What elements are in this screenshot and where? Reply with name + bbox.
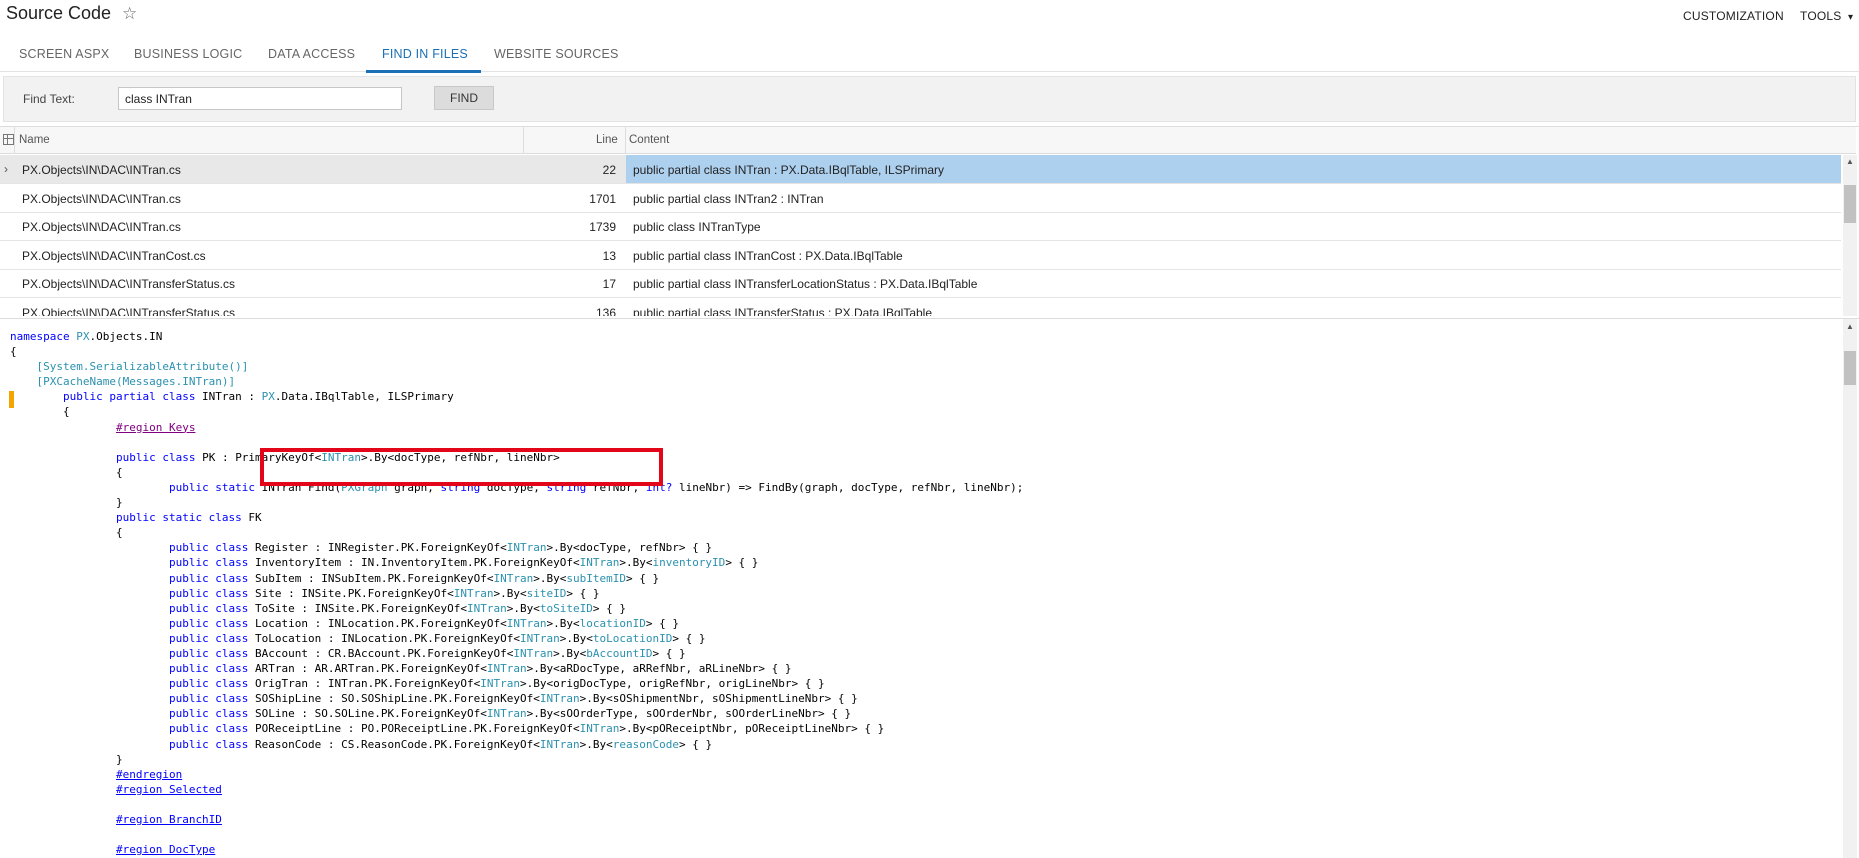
tools-menu[interactable]: TOOLS ▾ — [1800, 9, 1853, 23]
row-line: 136 — [595, 306, 616, 316]
star-icon[interactable]: ☆ — [122, 4, 137, 24]
column-header-name[interactable]: Name — [19, 134, 50, 146]
tools-label: TOOLS — [1800, 9, 1842, 23]
row-name: PX.Objects\IN\DAC\INTransferStatus.cs — [22, 306, 235, 316]
find-panel: Find Text: FIND — [3, 76, 1856, 122]
row-line: 22 — [602, 163, 616, 177]
find-button[interactable]: FIND — [434, 86, 494, 110]
row-name: PX.Objects\IN\DAC\INTran.cs — [22, 220, 181, 234]
column-header-content[interactable]: Content — [629, 134, 669, 146]
find-text-label: Find Text: — [23, 92, 75, 106]
grid-settings-icon[interactable] — [3, 134, 14, 145]
row-name: PX.Objects\IN\DAC\INTran.cs — [22, 192, 181, 206]
column-separator[interactable] — [523, 127, 524, 154]
page-title: Source Code — [6, 3, 112, 23]
code-scrollbar[interactable]: ▲ — [1843, 319, 1857, 858]
column-separator — [14, 127, 15, 154]
source-code: namespace PX.Objects.IN { [System.Serial… — [10, 330, 1024, 857]
table-row[interactable]: PX.Objects\IN\DAC\INTranCost.cs 13 publi… — [0, 241, 1841, 270]
grid-header: Name Line Content — [0, 127, 1856, 154]
table-row[interactable]: › PX.Objects\IN\DAC\INTran.cs 22 public … — [0, 155, 1841, 184]
chevron-right-icon: › — [4, 162, 8, 176]
table-row[interactable]: PX.Objects\IN\DAC\INTransferStatus.cs 13… — [0, 298, 1841, 316]
tab-find-in-files[interactable]: FIND IN FILES — [382, 47, 468, 61]
table-row[interactable]: PX.Objects\IN\DAC\INTransferStatus.cs 17… — [0, 269, 1841, 298]
tab-screen-aspx[interactable]: SCREEN ASPX — [19, 47, 109, 61]
row-content: public partial class INTranCost : PX.Dat… — [633, 249, 903, 263]
row-content: public partial class INTransferStatus : … — [633, 306, 933, 316]
row-line: 1739 — [589, 220, 616, 234]
scroll-up-icon[interactable]: ▲ — [1846, 157, 1854, 166]
column-separator[interactable] — [625, 127, 626, 154]
column-header-line[interactable]: Line — [596, 134, 618, 146]
chevron-down-icon: ▾ — [1848, 12, 1854, 23]
code-scrollbar-thumb[interactable] — [1844, 351, 1856, 385]
tab-website-sources[interactable]: WEBSITE SOURCES — [494, 47, 619, 61]
row-content: public partial class INTransferLocationS… — [633, 277, 978, 291]
row-line: 1701 — [589, 192, 616, 206]
table-row[interactable]: PX.Objects\IN\DAC\INTran.cs 1739 public … — [0, 212, 1841, 241]
row-content: public class INTranType — [633, 220, 761, 234]
row-name: PX.Objects\IN\DAC\INTransferStatus.cs — [22, 277, 235, 291]
scroll-up-icon[interactable]: ▲ — [1846, 322, 1854, 331]
row-line: 13 — [602, 249, 616, 263]
find-text-input[interactable] — [118, 87, 402, 110]
results-grid: Name Line Content › PX.Objects\IN\DAC\IN… — [0, 126, 1859, 316]
row-content: public partial class INTran : PX.Data.IB… — [633, 163, 945, 177]
tab-data-access[interactable]: DATA ACCESS — [268, 47, 355, 61]
table-row[interactable]: PX.Objects\IN\DAC\INTran.cs 1701 public … — [0, 184, 1841, 213]
grid-scrollbar[interactable]: ▲ — [1843, 155, 1857, 316]
customization-menu[interactable]: CUSTOMIZATION — [1683, 9, 1784, 23]
row-content: public partial class INTran2 : INTran — [633, 192, 824, 206]
row-line: 17 — [602, 277, 616, 291]
active-tab-indicator — [366, 70, 481, 73]
highlight-annotation-box — [260, 448, 663, 486]
row-name: PX.Objects\IN\DAC\INTranCost.cs — [22, 249, 206, 263]
tab-bar: SCREEN ASPX BUSINESS LOGIC DATA ACCESS F… — [0, 42, 1859, 73]
top-bar: Source Code ☆ CUSTOMIZATION TOOLS ▾ — [0, 0, 1859, 30]
tab-business-logic[interactable]: BUSINESS LOGIC — [134, 47, 242, 61]
grid-scrollbar-thumb[interactable] — [1844, 185, 1856, 223]
row-name: PX.Objects\IN\DAC\INTran.cs — [22, 163, 181, 177]
